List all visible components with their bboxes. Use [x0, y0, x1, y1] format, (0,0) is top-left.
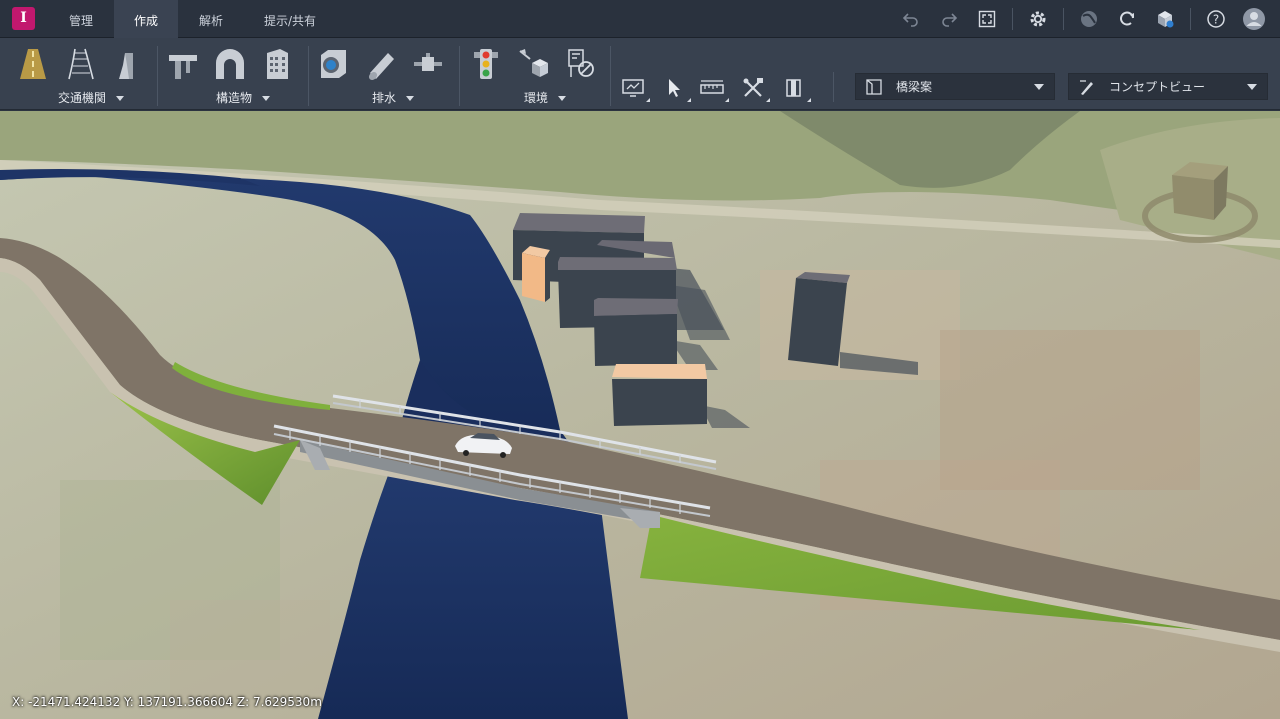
- rail-icon[interactable]: [60, 46, 100, 82]
- redo-icon[interactable]: [938, 8, 960, 30]
- barrier-icon[interactable]: [106, 46, 146, 82]
- pen-icon: [1077, 78, 1099, 96]
- tools-icon[interactable]: [738, 74, 770, 102]
- pipe-icon[interactable]: [361, 46, 401, 82]
- view-dropdown-label: コンセプトビュー: [1109, 80, 1206, 94]
- chevron-down-icon: [1247, 83, 1257, 90]
- help-icon[interactable]: ?: [1205, 8, 1227, 30]
- field-patch: [170, 600, 330, 710]
- group-label-transport[interactable]: 交通機関: [58, 89, 125, 106]
- bridge-icon[interactable]: [163, 46, 203, 82]
- tab-present-share[interactable]: 提示/共有: [252, 0, 328, 38]
- svg-text:?: ?: [1213, 13, 1219, 27]
- proposal-dropdown-label: 橋梁案: [896, 80, 933, 94]
- chevron-down-icon[interactable]: [116, 96, 125, 101]
- fit-screen-icon[interactable]: [976, 8, 998, 30]
- culvert-icon[interactable]: [313, 46, 353, 82]
- undo-icon[interactable]: [900, 8, 922, 30]
- connector-icon[interactable]: [408, 46, 448, 82]
- view-dropdown[interactable]: コンセプトビュー: [1068, 73, 1268, 100]
- title-bar: I 管理 作成 解析 提示/共有 ?: [0, 0, 1280, 38]
- clip-icon[interactable]: [779, 74, 811, 102]
- tab-manage[interactable]: 管理: [56, 0, 106, 38]
- coordinate-readout: X: -21471.424132 Y: 137191.366604 Z: 7.6…: [12, 695, 322, 709]
- building-icon[interactable]: [257, 46, 297, 82]
- proposal-icon: [864, 78, 886, 96]
- user-icon[interactable]: [1242, 7, 1266, 31]
- app-logo[interactable]: I: [12, 7, 35, 30]
- tab-create[interactable]: 作成: [114, 0, 178, 38]
- select-icon[interactable]: [659, 74, 691, 102]
- chevron-down-icon[interactable]: [558, 96, 567, 101]
- globe-icon[interactable]: [1078, 8, 1100, 30]
- group-label-drainage[interactable]: 排水: [372, 89, 415, 106]
- group-label-environment[interactable]: 環境: [524, 89, 567, 106]
- cube-icon[interactable]: [1154, 8, 1176, 30]
- chevron-down-icon[interactable]: [262, 96, 271, 101]
- tab-analyze[interactable]: 解析: [186, 0, 236, 38]
- proposal-dropdown[interactable]: 橋梁案: [855, 73, 1055, 100]
- sync-icon[interactable]: [1116, 8, 1138, 30]
- tunnel-icon[interactable]: [210, 46, 250, 82]
- display-icon[interactable]: [618, 74, 650, 102]
- 3d-viewport[interactable]: X: -21471.424132 Y: 137191.366604 Z: 7.6…: [0, 111, 1280, 719]
- chevron-down-icon[interactable]: [406, 96, 415, 101]
- settings-icon[interactable]: [1027, 8, 1049, 30]
- street-light-icon[interactable]: [513, 46, 553, 82]
- group-label-structures[interactable]: 構造物: [216, 89, 271, 106]
- road-icon[interactable]: [13, 46, 53, 82]
- sign-icon[interactable]: [560, 46, 600, 82]
- chevron-down-icon: [1034, 83, 1044, 90]
- measure-icon[interactable]: [697, 74, 729, 102]
- traffic-light-icon[interactable]: [466, 46, 506, 82]
